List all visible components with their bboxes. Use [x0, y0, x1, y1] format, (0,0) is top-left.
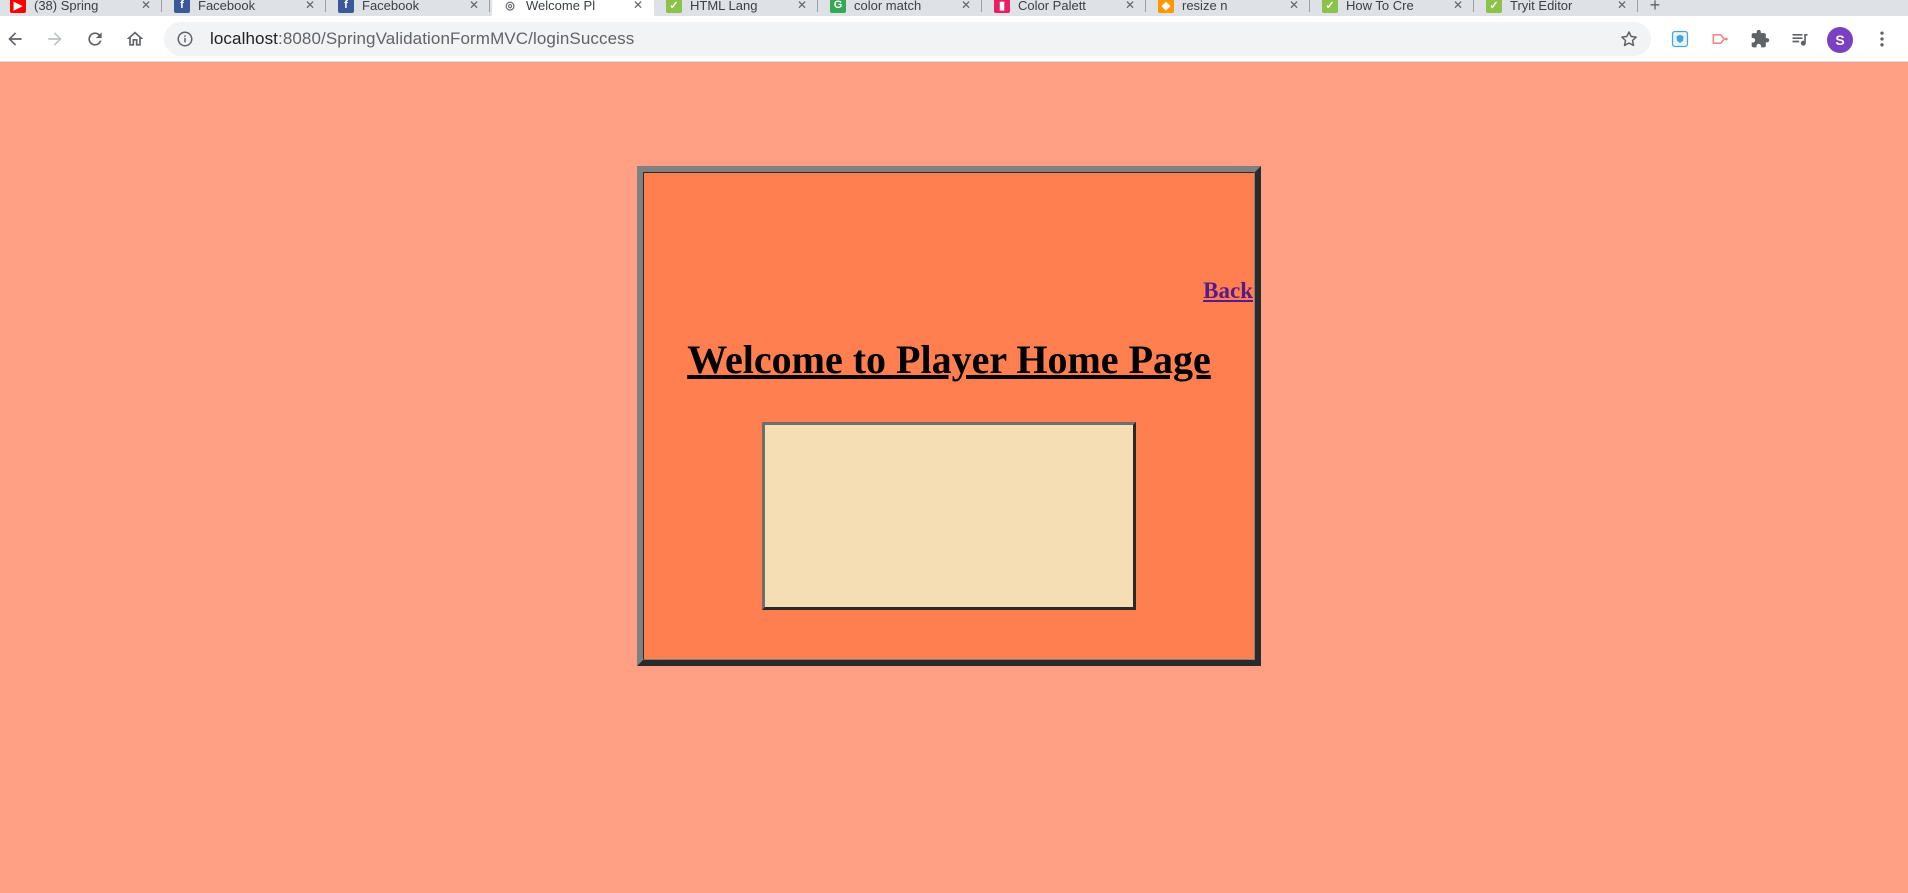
tab-separator [1145, 0, 1146, 12]
tab-title: HTML Lang [690, 0, 758, 13]
profile-avatar[interactable]: S [1827, 27, 1853, 53]
url-path: :8080/SpringValidationFormMVC/loginSucce… [278, 29, 635, 48]
browser-tab[interactable]: ▮ Color Palett ✕ [984, 0, 1146, 16]
browser-tab[interactable]: ◎ Welcome Pl ✕ [492, 0, 654, 16]
tab-close-icon[interactable]: ✕ [794, 0, 810, 13]
url-text: localhost:8080/SpringValidationFormMVC/l… [210, 29, 634, 49]
tab-title: Facebook [198, 0, 256, 13]
extension-shield-icon[interactable] [1665, 24, 1695, 54]
tab-separator [817, 0, 818, 12]
tab-title: Welcome Pl [526, 0, 596, 13]
youtube-icon: ▶ [10, 0, 26, 13]
browser-toolbar: localhost:8080/SpringValidationFormMVC/l… [0, 16, 1908, 62]
tab-close-icon[interactable]: ✕ [1286, 0, 1302, 13]
forward-arrow-icon[interactable] [40, 24, 70, 54]
back-link[interactable]: Back [1203, 278, 1253, 304]
tab-close-icon[interactable]: ✕ [958, 0, 974, 13]
w3schools-icon: ✓ [1486, 0, 1502, 13]
tab-separator [1309, 0, 1310, 12]
browser-tab[interactable]: ▶ (38) Spring ✕ [0, 0, 162, 16]
home-icon[interactable] [120, 24, 150, 54]
tab-close-icon[interactable]: ✕ [630, 0, 646, 13]
tab-title: color match [854, 0, 922, 13]
address-bar[interactable]: localhost:8080/SpringValidationFormMVC/l… [164, 22, 1651, 56]
google-icon: G [830, 0, 846, 13]
tab-title: resize n [1182, 0, 1228, 13]
tab-title: How To Cre [1346, 0, 1414, 13]
tab-separator [1637, 0, 1638, 12]
back-arrow-icon[interactable] [0, 24, 30, 54]
w3schools-icon: ✓ [1322, 0, 1338, 13]
tab-title: Tryit Editor [1510, 0, 1573, 13]
bookmark-star-icon[interactable] [1619, 29, 1639, 49]
reload-icon[interactable] [80, 24, 110, 54]
w3schools-icon: ✓ [666, 0, 682, 13]
tab-title: (38) Spring [34, 0, 99, 13]
tab-title: Color Palett [1018, 0, 1086, 13]
tab-close-icon[interactable]: ✕ [1614, 0, 1630, 13]
tab-close-icon[interactable]: ✕ [1122, 0, 1138, 13]
extensions-puzzle-icon[interactable] [1745, 24, 1775, 54]
tab-close-icon[interactable]: ✕ [138, 0, 154, 13]
url-host: localhost [210, 29, 278, 48]
page-title: Welcome to Player Home Page [687, 337, 1211, 382]
extension-record-icon[interactable] [1705, 24, 1735, 54]
firebase-icon: ◆ [1158, 0, 1174, 13]
tab-separator [161, 0, 162, 12]
new-tab-button[interactable]: + [1645, 0, 1665, 16]
content-box [762, 422, 1136, 610]
browser-tab[interactable]: f Facebook ✕ [328, 0, 490, 16]
browser-tab[interactable]: Gcolor match ✕ [820, 0, 982, 16]
tab-strip: ✓ Tryit Editor ✕ ✓ How To Cre ✕ ◆ resize n ✕ ▮ Col… [0, 0, 1908, 16]
tab-close-icon[interactable]: ✕ [466, 0, 482, 13]
browser-tab[interactable]: f Facebook ✕ [164, 0, 326, 16]
globe-icon: ◎ [505, 0, 515, 12]
tab-separator [981, 0, 982, 12]
palette-icon: ▮ [994, 0, 1010, 13]
media-queue-icon[interactable] [1785, 24, 1815, 54]
tab-close-icon[interactable]: ✕ [302, 0, 318, 13]
kebab-menu-icon[interactable] [1867, 24, 1897, 54]
browser-tab[interactable]: ✓ Tryit Editor ✕ [1476, 0, 1638, 16]
tab-title: Facebook [362, 0, 420, 13]
tab-separator [325, 0, 326, 12]
site-info-icon[interactable] [176, 30, 194, 48]
player-home-panel: Back Welcome to Player Home Page [637, 166, 1261, 666]
browser-tab[interactable]: ◆ resize n ✕ [1148, 0, 1310, 16]
tab-separator [1473, 0, 1474, 12]
tab-separator [489, 0, 490, 12]
page-viewport: Back Welcome to Player Home Page [0, 62, 1908, 893]
facebook-icon: f [338, 0, 354, 13]
facebook-icon: f [174, 0, 190, 13]
browser-tab[interactable]: ✓ HTML Lang ✕ [656, 0, 818, 16]
browser-tab[interactable]: ✓ How To Cre ✕ [1312, 0, 1474, 16]
tab-close-icon[interactable]: ✕ [1450, 0, 1466, 13]
